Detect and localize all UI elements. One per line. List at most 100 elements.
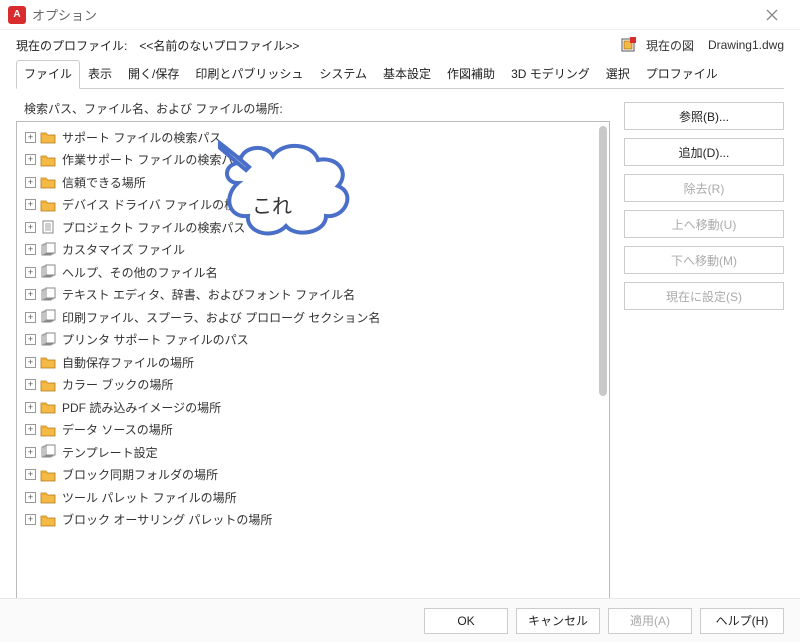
- expand-icon[interactable]: +: [25, 469, 36, 480]
- tree-item-label: ツール パレット ファイルの場所: [60, 489, 237, 506]
- add-button[interactable]: 追加(D)...: [624, 138, 784, 166]
- tree-item[interactable]: + サポート ファイルの検索パス: [17, 126, 609, 149]
- tree-item[interactable]: + PDF 読み込みイメージの場所: [17, 396, 609, 419]
- expand-icon[interactable]: +: [25, 492, 36, 503]
- tree-item[interactable]: + テキスト エディタ、辞書、およびフォント ファイル名: [17, 284, 609, 307]
- folder-icon: [40, 129, 56, 145]
- folder-icon: [40, 377, 56, 393]
- expand-icon[interactable]: +: [25, 334, 36, 345]
- drawing-icon: [620, 36, 638, 54]
- tree-item-label: 自動保存ファイルの場所: [60, 354, 194, 371]
- folder-icon: [40, 399, 56, 415]
- left-column: 検索パス、ファイル名、および ファイルの場所: +サポート ファイルの検索パス+…: [16, 100, 610, 600]
- tab-1[interactable]: 表示: [80, 60, 120, 89]
- tab-9[interactable]: プロファイル: [638, 60, 726, 89]
- tree-item[interactable]: +作業サポート ファイルの検索パス: [17, 149, 609, 172]
- expand-icon[interactable]: +: [25, 379, 36, 390]
- expand-icon[interactable]: +: [25, 154, 36, 165]
- profile-label: 現在のプロファイル:: [16, 37, 127, 54]
- tree-item[interactable]: + 印刷ファイル、スプーラ、および プロローグ セクション名: [17, 306, 609, 329]
- tree-item-label: 信頼できる場所: [60, 174, 146, 191]
- expand-icon[interactable]: +: [25, 222, 36, 233]
- cancel-button[interactable]: キャンセル: [516, 608, 600, 634]
- tree-item[interactable]: +カスタマイズ ファイル: [17, 239, 609, 262]
- drawing-file: Drawing1.dwg: [708, 38, 784, 52]
- expand-icon[interactable]: +: [25, 402, 36, 413]
- expand-icon[interactable]: +: [25, 289, 36, 300]
- stack-icon: [40, 332, 56, 348]
- tab-5[interactable]: 基本設定: [375, 60, 439, 89]
- tab-4[interactable]: システム: [311, 60, 375, 89]
- tree-item[interactable]: + 自動保存ファイルの場所: [17, 351, 609, 374]
- ok-button[interactable]: OK: [424, 608, 508, 634]
- tab-3[interactable]: 印刷とパブリッシュ: [187, 60, 311, 89]
- set-current-button[interactable]: 現在に設定(S): [624, 282, 784, 310]
- tree-item[interactable]: + ヘルプ、その他のファイル名: [17, 261, 609, 284]
- profile-name: <<名前のないプロファイル>>: [139, 37, 299, 54]
- tree-item[interactable]: + ブロック オーサリング パレットの場所: [17, 509, 609, 532]
- tree-item-label: PDF 読み込みイメージの場所: [60, 399, 221, 416]
- tree-item[interactable]: +テンプレート設定: [17, 441, 609, 464]
- close-icon: [766, 9, 778, 21]
- folder-icon: [40, 197, 56, 213]
- tabs: ファイル表示開く/保存印刷とパブリッシュシステム基本設定作図補助3D モデリング…: [0, 58, 800, 89]
- apply-button[interactable]: 適用(A): [608, 608, 692, 634]
- tab-underline: [16, 88, 784, 89]
- expand-icon[interactable]: +: [25, 424, 36, 435]
- tree-item-label: ブロック同期フォルダの場所: [60, 466, 218, 483]
- folder-icon: [40, 467, 56, 483]
- tree-item-label: サポート ファイルの検索パス: [60, 129, 221, 146]
- folder-icon: [40, 354, 56, 370]
- tree-item[interactable]: + データ ソースの場所: [17, 419, 609, 442]
- tree-item[interactable]: +デバイス ドライバ ファイルの検索パス: [17, 194, 609, 217]
- move-up-button[interactable]: 上へ移動(U): [624, 210, 784, 238]
- expand-icon[interactable]: +: [25, 447, 36, 458]
- tree-item-label: 印刷ファイル、スプーラ、および プロローグ セクション名: [60, 309, 380, 326]
- tab-2[interactable]: 開く/保存: [120, 60, 187, 89]
- tab-8[interactable]: 選択: [598, 60, 638, 89]
- right-column: 参照(B)... 追加(D)... 除去(R) 上へ移動(U) 下へ移動(M) …: [624, 100, 784, 600]
- stack-icon: [40, 444, 56, 460]
- expand-icon[interactable]: +: [25, 177, 36, 188]
- doc-icon: [40, 219, 56, 235]
- browse-button[interactable]: 参照(B)...: [624, 102, 784, 130]
- tab-6[interactable]: 作図補助: [439, 60, 503, 89]
- window-title: オプション: [32, 5, 97, 24]
- expand-icon[interactable]: +: [25, 244, 36, 255]
- tree-item[interactable]: + 信頼できる場所: [17, 171, 609, 194]
- close-button[interactable]: [752, 1, 792, 29]
- expand-icon[interactable]: +: [25, 267, 36, 278]
- move-down-button[interactable]: 下へ移動(M): [624, 246, 784, 274]
- tree-item[interactable]: + プロジェクト ファイルの検索パス: [17, 216, 609, 239]
- tree-item[interactable]: + ツール パレット ファイルの場所: [17, 486, 609, 509]
- titlebar: A オプション: [0, 0, 800, 30]
- expand-icon[interactable]: +: [25, 357, 36, 368]
- tree-item[interactable]: +プリンタ サポート ファイルのパス: [17, 329, 609, 352]
- expand-icon[interactable]: +: [25, 132, 36, 143]
- tree-item-label: テキスト エディタ、辞書、およびフォント ファイル名: [60, 286, 355, 303]
- tab-7[interactable]: 3D モデリング: [503, 60, 598, 89]
- bottom-row: OK キャンセル 適用(A) ヘルプ(H): [0, 598, 800, 642]
- folder-icon: [40, 489, 56, 505]
- tree-item[interactable]: + ブロック同期フォルダの場所: [17, 464, 609, 487]
- help-button[interactable]: ヘルプ(H): [700, 608, 784, 634]
- remove-button[interactable]: 除去(R): [624, 174, 784, 202]
- expand-icon[interactable]: +: [25, 199, 36, 210]
- path-tree[interactable]: +サポート ファイルの検索パス+作業サポート ファイルの検索パス+信頼できる場所…: [16, 121, 610, 600]
- stack-icon: [40, 264, 56, 280]
- current-drawing-section: 現在の図 Drawing1.dwg: [620, 36, 784, 54]
- folder-icon: [40, 152, 56, 168]
- tree-item[interactable]: +カラー ブックの場所: [17, 374, 609, 397]
- tree-item-label: データ ソースの場所: [60, 421, 173, 438]
- tree-item-label: ヘルプ、その他のファイル名: [60, 264, 218, 281]
- expand-icon[interactable]: +: [25, 514, 36, 525]
- folder-icon: [40, 422, 56, 438]
- drawing-label: 現在の図: [646, 37, 694, 54]
- tree-item-label: ブロック オーサリング パレットの場所: [60, 511, 272, 528]
- content: 検索パス、ファイル名、および ファイルの場所: +サポート ファイルの検索パス+…: [0, 90, 800, 600]
- expand-icon[interactable]: +: [25, 312, 36, 323]
- tab-0[interactable]: ファイル: [16, 60, 80, 89]
- tree-item-label: プロジェクト ファイルの検索パス: [60, 219, 245, 236]
- scrollbar[interactable]: [599, 126, 607, 396]
- folder-icon: [40, 174, 56, 190]
